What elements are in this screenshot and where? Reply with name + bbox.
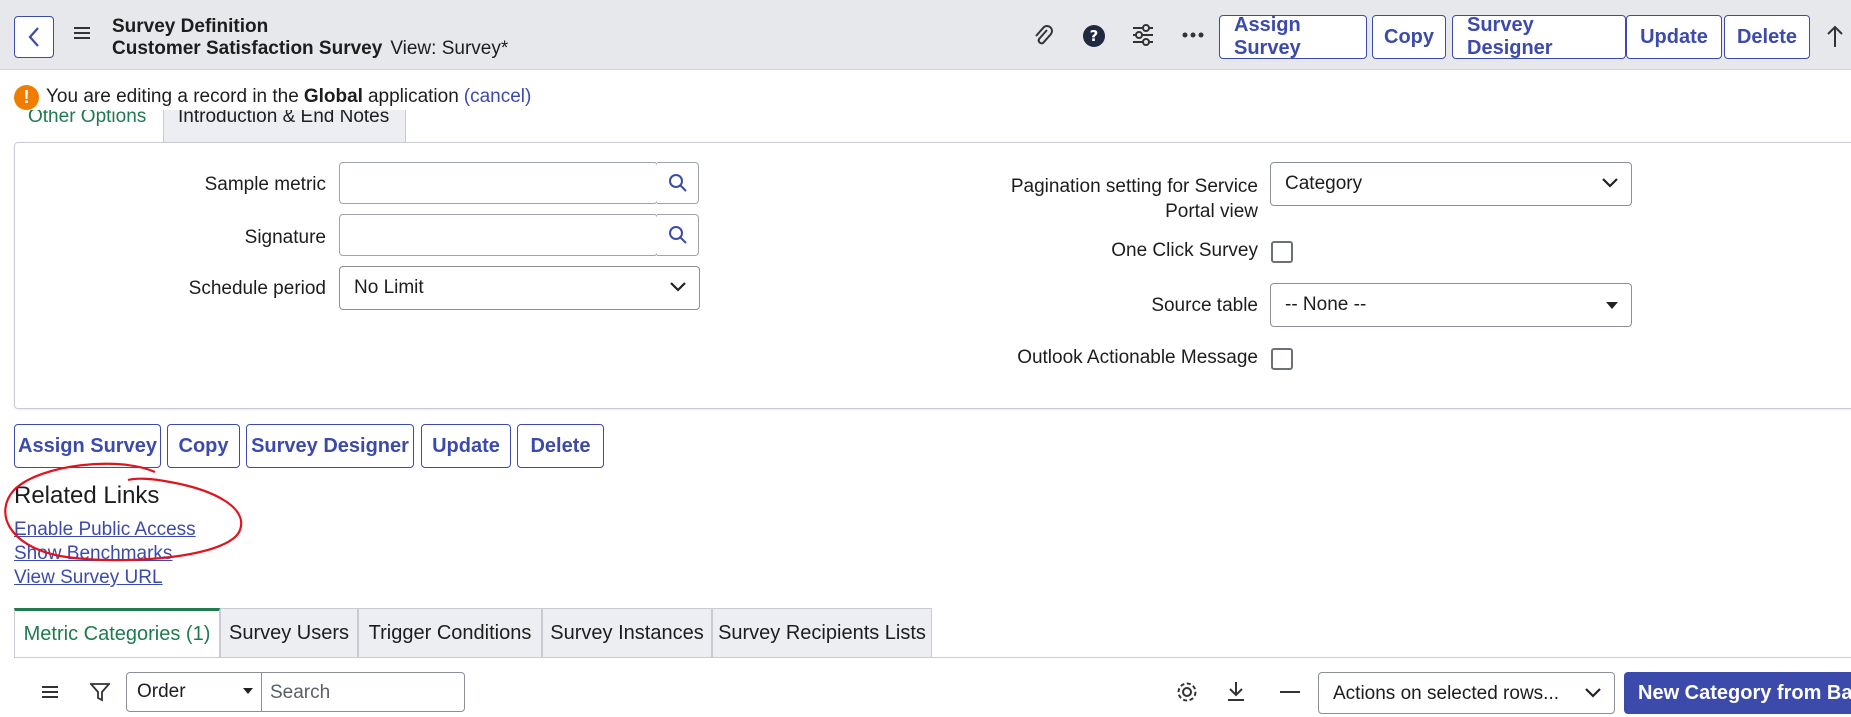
search-icon bbox=[668, 174, 687, 192]
warning-icon: ! bbox=[14, 84, 39, 110]
tab-other-options-label: Other Options bbox=[28, 110, 147, 127]
record-title: Customer Satisfaction Survey View: Survey… bbox=[112, 38, 508, 60]
schedule-period-label: Schedule period bbox=[188, 278, 326, 299]
svg-text:?: ? bbox=[1090, 27, 1099, 45]
caret-down-icon bbox=[1606, 302, 1618, 309]
chevron-down-icon bbox=[1585, 688, 1601, 698]
tab-trigger-conditions[interactable]: Trigger Conditions bbox=[358, 608, 542, 658]
paperclip-icon[interactable] bbox=[1032, 24, 1054, 48]
outlook-actionable-label: Outlook Actionable Message bbox=[1017, 347, 1258, 368]
schedule-period-value: No Limit bbox=[354, 277, 424, 298]
sample-metric-input[interactable] bbox=[339, 162, 658, 204]
help-icon[interactable]: ? bbox=[1082, 24, 1106, 48]
search-icon bbox=[668, 226, 687, 244]
tab-survey-users[interactable]: Survey Users bbox=[220, 608, 358, 658]
survey-designer-button[interactable]: Survey Designer bbox=[246, 424, 414, 468]
one-click-survey-label: One Click Survey bbox=[1111, 240, 1258, 261]
enable-public-access-link[interactable]: Enable Public Access bbox=[14, 519, 196, 541]
collapse-icon[interactable] bbox=[1280, 690, 1300, 694]
header-copy-button[interactable]: Copy bbox=[1372, 15, 1446, 59]
schedule-period-select[interactable]: No Limit bbox=[339, 266, 700, 310]
new-category-from-bank-button[interactable]: New Category from Bank bbox=[1624, 672, 1851, 714]
page-title: Survey Definition bbox=[112, 16, 269, 37]
order-select[interactable]: Order bbox=[126, 672, 262, 712]
scroll-top-arrow-icon[interactable] bbox=[1826, 24, 1844, 48]
sample-metric-label: Sample metric bbox=[204, 174, 326, 195]
download-icon[interactable] bbox=[1226, 680, 1246, 702]
chevron-down-icon bbox=[670, 282, 686, 292]
delete-button[interactable]: Delete bbox=[517, 424, 604, 468]
header-update-button[interactable]: Update bbox=[1626, 15, 1722, 59]
tab-survey-recipients-lists[interactable]: Survey Recipients Lists bbox=[712, 608, 932, 658]
header-survey-designer-button[interactable]: Survey Designer bbox=[1452, 14, 1626, 59]
caret-down-icon bbox=[243, 688, 253, 694]
list-menu-icon[interactable] bbox=[42, 685, 58, 699]
pagination-value: Category bbox=[1285, 173, 1363, 194]
header-titles: Survey Definition Customer Satisfaction … bbox=[112, 16, 508, 60]
signature-label: Signature bbox=[244, 227, 326, 248]
cancel-link[interactable]: (cancel) bbox=[464, 86, 532, 108]
gear-icon[interactable] bbox=[1176, 681, 1198, 703]
related-links-title: Related Links bbox=[14, 482, 160, 509]
sample-metric-lookup-button[interactable] bbox=[657, 162, 699, 204]
notice-scope: Global bbox=[303, 86, 363, 107]
pagination-label-line1: Pagination setting for Service bbox=[1010, 176, 1258, 197]
one-click-survey-checkbox[interactable] bbox=[1271, 241, 1293, 263]
back-button[interactable] bbox=[14, 16, 54, 58]
signature-lookup-button[interactable] bbox=[657, 214, 699, 256]
update-button[interactable]: Update bbox=[421, 424, 511, 468]
form-header: Survey Definition Customer Satisfaction … bbox=[0, 0, 1851, 70]
copy-button[interactable]: Copy bbox=[167, 424, 240, 468]
view-survey-url-link[interactable]: View Survey URL bbox=[14, 567, 163, 589]
actions-select[interactable]: Actions on selected rows... bbox=[1318, 672, 1615, 714]
chevron-down-icon bbox=[1602, 178, 1618, 188]
show-benchmarks-link[interactable]: Show Benchmarks bbox=[14, 543, 172, 565]
tab-introduction-end-notes[interactable]: Introduction & End Notes bbox=[164, 110, 406, 142]
record-name: Customer Satisfaction Survey bbox=[112, 38, 383, 59]
order-value: Order bbox=[137, 681, 186, 702]
signature-input[interactable] bbox=[339, 214, 658, 256]
menu-icon[interactable] bbox=[74, 26, 90, 45]
editing-notice: ! You are editing a record in the Global… bbox=[14, 84, 531, 110]
filter-icon[interactable] bbox=[90, 682, 110, 702]
tab-survey-instances[interactable]: Survey Instances bbox=[542, 608, 712, 658]
tab-metric-categories[interactable]: Metric Categories (1) bbox=[14, 608, 220, 658]
header-delete-button[interactable]: Delete bbox=[1724, 15, 1810, 59]
chevron-left-icon bbox=[28, 27, 39, 47]
source-table-label: Source table bbox=[1151, 295, 1258, 316]
notice-text-after: application bbox=[367, 86, 459, 107]
list-search-input[interactable]: Search bbox=[261, 672, 465, 712]
view-label: View: Survey* bbox=[390, 38, 509, 59]
tab-introduction-end-notes-label: Introduction & End Notes bbox=[178, 110, 390, 127]
notice-text-before: You are editing a record in the bbox=[46, 86, 299, 107]
source-table-select[interactable]: -- None -- bbox=[1270, 283, 1632, 327]
pagination-label: Pagination setting for Service Portal vi… bbox=[960, 174, 1258, 224]
assign-survey-button[interactable]: Assign Survey bbox=[14, 424, 161, 468]
header-assign-survey-button[interactable]: Assign Survey bbox=[1219, 14, 1367, 59]
more-options-icon[interactable] bbox=[1182, 32, 1204, 38]
outlook-actionable-checkbox[interactable] bbox=[1271, 348, 1293, 370]
actions-value: Actions on selected rows... bbox=[1333, 683, 1559, 704]
pagination-label-line2: Portal view bbox=[1165, 201, 1258, 222]
settings-sliders-icon[interactable] bbox=[1131, 24, 1155, 46]
tab-other-options[interactable]: Other Options bbox=[14, 110, 164, 142]
source-table-value: -- None -- bbox=[1285, 294, 1367, 315]
pagination-select[interactable]: Category bbox=[1270, 162, 1632, 206]
